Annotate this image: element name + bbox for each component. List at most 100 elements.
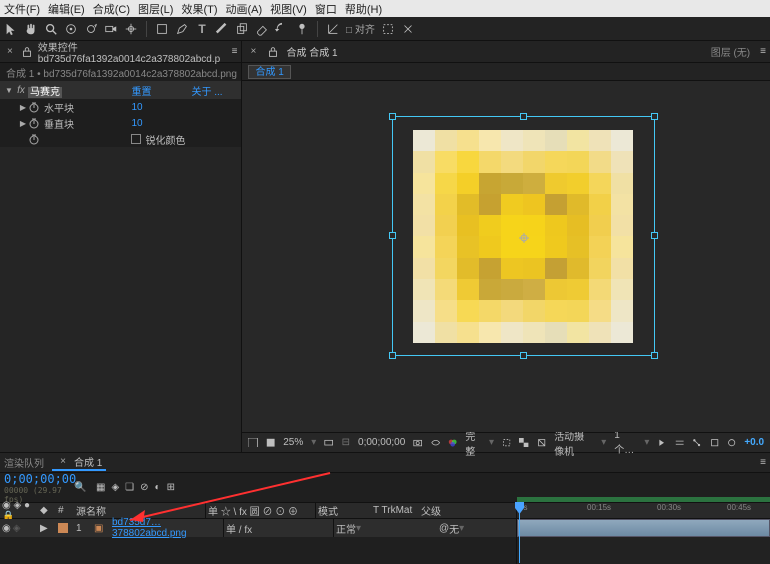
- resize-handle[interactable]: [651, 113, 658, 120]
- menu-help[interactable]: 帮助(H): [345, 1, 382, 17]
- panel-menu-icon[interactable]: ≡: [760, 46, 766, 57]
- zoom-level[interactable]: 25%: [283, 437, 303, 448]
- orbit-tool-icon[interactable]: [64, 22, 78, 36]
- snap-collapse-icon[interactable]: [401, 22, 415, 36]
- comp-flow-icon[interactable]: [692, 437, 701, 449]
- local-axis-icon[interactable]: [326, 22, 340, 36]
- draft-3d-icon[interactable]: ◈: [111, 482, 119, 493]
- views-dropdown[interactable]: 1 个…: [614, 430, 636, 456]
- view-menu-label[interactable]: 图层 (无): [711, 44, 750, 59]
- text-tool-icon[interactable]: T: [195, 22, 209, 36]
- timeline-icon[interactable]: [675, 437, 684, 449]
- snap-toggle[interactable]: □ 对齐: [346, 21, 375, 36]
- comp-tab-active[interactable]: 合成 合成 1: [286, 44, 337, 59]
- frame-blend-icon[interactable]: ⊘: [140, 482, 148, 493]
- menu-effect[interactable]: 效果(T): [181, 1, 217, 17]
- motion-blur-icon[interactable]: ◐: [155, 482, 161, 493]
- zoom-tool-icon[interactable]: [44, 22, 58, 36]
- show-snapshot-icon[interactable]: [431, 437, 440, 449]
- search-icon[interactable]: 🔍: [74, 482, 88, 493]
- comp-viewer[interactable]: [242, 81, 770, 432]
- resolution-dropdown[interactable]: 完整: [465, 428, 481, 458]
- source-name-header[interactable]: 源名称: [74, 503, 206, 518]
- flow-tab-comp1[interactable]: 合成 1: [248, 65, 290, 79]
- panel-menu-icon[interactable]: ≡: [232, 46, 238, 57]
- current-time-indicator[interactable]: [519, 503, 520, 563]
- snap-edge-icon[interactable]: [381, 22, 395, 36]
- selection-tool-icon[interactable]: [4, 22, 18, 36]
- effects-icon[interactable]: [727, 437, 736, 449]
- layer-twirl[interactable]: ▶: [38, 519, 56, 537]
- layer-mode[interactable]: 正常 ▾: [334, 519, 389, 537]
- shape-tool-icon[interactable]: [155, 22, 169, 36]
- mask-toggle-icon[interactable]: [537, 437, 546, 449]
- menu-edit[interactable]: 编辑(E): [48, 1, 85, 17]
- trkmat-header[interactable]: T TrkMat: [371, 503, 419, 518]
- transparency-grid-icon[interactable]: [519, 437, 528, 449]
- close-panel-icon[interactable]: ×: [4, 45, 16, 59]
- work-area[interactable]: [517, 497, 770, 502]
- eraser-tool-icon[interactable]: [255, 22, 269, 36]
- effect-name[interactable]: 马赛克: [28, 83, 131, 98]
- disclosure-arrow-icon[interactable]: ▼: [4, 86, 14, 95]
- panel-lock-icon[interactable]: [266, 45, 280, 59]
- resize-handle[interactable]: [389, 232, 396, 239]
- fast-preview-icon[interactable]: [657, 437, 666, 449]
- pin-tool-icon[interactable]: [295, 22, 309, 36]
- camera-dropdown[interactable]: 活动摄像机: [554, 428, 593, 458]
- channel-icon[interactable]: [266, 437, 275, 449]
- effect-mosaic[interactable]: ▼ fx 马赛克 重置 关于 ...: [0, 81, 241, 99]
- menu-animation[interactable]: 动画(A): [226, 1, 263, 17]
- resize-handle[interactable]: [520, 113, 527, 120]
- layer-row[interactable]: ◉ ◈ ▶ 1 ▣ bd735d7…378802abcd.png 单 / fx …: [0, 519, 516, 537]
- color-channels-icon[interactable]: [448, 437, 457, 449]
- brush-tool-icon[interactable]: [215, 22, 229, 36]
- parent-header[interactable]: 父级: [419, 503, 463, 518]
- layer-switches[interactable]: 单 / fx: [224, 519, 334, 537]
- close-tab-icon[interactable]: ×: [56, 455, 70, 469]
- tab-render-queue[interactable]: 渲染队列: [4, 455, 44, 470]
- resize-handle[interactable]: [520, 352, 527, 359]
- anchor-tool-icon[interactable]: [124, 22, 138, 36]
- mode-header[interactable]: 模式: [316, 503, 371, 518]
- menu-file[interactable]: 文件(F): [4, 1, 40, 17]
- resize-handle[interactable]: [651, 352, 658, 359]
- stopwatch-icon[interactable]: [28, 133, 40, 145]
- selection-bounds[interactable]: [392, 116, 655, 356]
- effect-about-link[interactable]: 关于 ...: [191, 83, 241, 98]
- pen-tool-icon[interactable]: [175, 22, 189, 36]
- rotate-tool-icon[interactable]: [84, 22, 98, 36]
- layer-label[interactable]: [56, 519, 74, 537]
- layer-parent[interactable]: @ 无 ▾: [437, 519, 481, 537]
- stopwatch-icon[interactable]: [28, 117, 40, 129]
- exposure-value[interactable]: +0.0: [744, 437, 764, 448]
- layer-name[interactable]: bd735d7…378802abcd.png: [110, 519, 224, 537]
- clone-tool-icon[interactable]: [235, 22, 249, 36]
- menu-window[interactable]: 窗口: [315, 1, 337, 17]
- camera-tool-icon[interactable]: [104, 22, 118, 36]
- roi-icon[interactable]: [502, 437, 511, 449]
- prop-value[interactable]: 10: [131, 118, 241, 129]
- menu-view[interactable]: 视图(V): [270, 1, 307, 17]
- roto-tool-icon[interactable]: [275, 22, 289, 36]
- av-toggles[interactable]: ◉ ◈: [0, 519, 38, 537]
- time-ruler[interactable]: 0s 00:15s 00:30s 00:45s: [517, 503, 770, 519]
- graph-editor-icon[interactable]: ⊞: [167, 482, 175, 493]
- prop-value[interactable]: 10: [131, 102, 241, 113]
- resolution-icon[interactable]: [324, 437, 333, 449]
- panel-lock-icon[interactable]: [20, 45, 34, 59]
- effects-panel-title[interactable]: 效果控件 bd735d76fa1392a0014c2a378802abcd.p: [38, 39, 228, 65]
- disclosure-arrow-icon[interactable]: ▶: [18, 119, 28, 128]
- time-display[interactable]: 0;00;00;00: [358, 437, 405, 448]
- menu-compose[interactable]: 合成(C): [93, 1, 130, 17]
- snapshot-icon[interactable]: [413, 437, 422, 449]
- menu-layer[interactable]: 图层(L): [138, 1, 173, 17]
- tab-comp1[interactable]: ×合成 1: [52, 454, 106, 471]
- resize-handle[interactable]: [651, 232, 658, 239]
- timeline-tracks[interactable]: 0s 00:15s 00:30s 00:45s: [517, 503, 770, 564]
- resize-handle[interactable]: [389, 113, 396, 120]
- stopwatch-icon[interactable]: [28, 101, 40, 113]
- alpha-toggle-icon[interactable]: [248, 437, 257, 449]
- fx-toggle-icon[interactable]: fx: [14, 85, 28, 96]
- hand-tool-icon[interactable]: [24, 22, 38, 36]
